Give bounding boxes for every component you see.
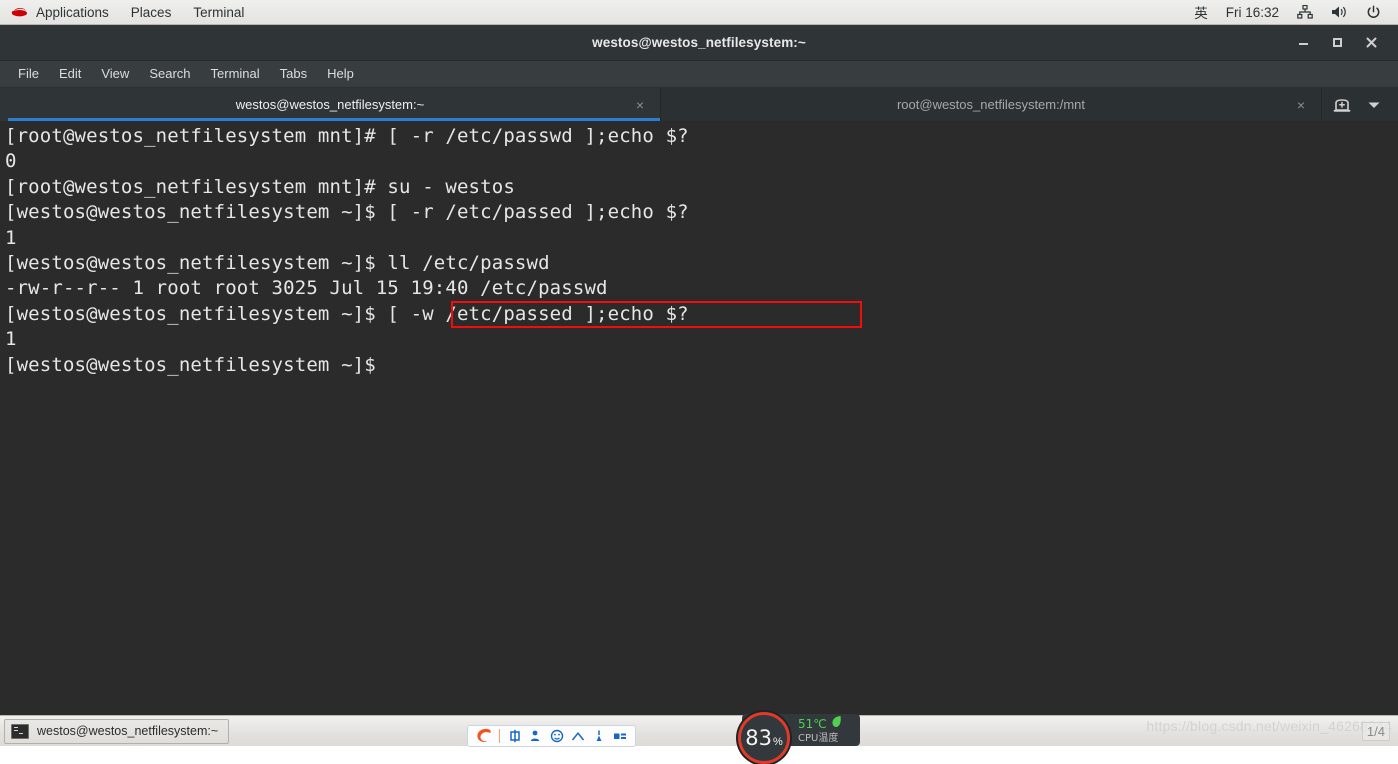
applications-menu[interactable]: Applications — [6, 1, 120, 24]
terminal-tabbar: westos@westos_netfilesystem:~ × root@wes… — [0, 88, 1398, 121]
terminal-output-area[interactable]: [root@westos_netfilesystem mnt]# [ -r /e… — [0, 121, 1398, 715]
keyboard-icon[interactable] — [609, 727, 630, 745]
tab-actions — [1322, 88, 1398, 121]
places-menu[interactable]: Places — [120, 1, 183, 24]
cpu-temperature-value: 51℃ — [798, 716, 827, 731]
applications-menu-label: Applications — [36, 4, 109, 20]
menu-edit[interactable]: Edit — [49, 63, 91, 85]
pen-icon[interactable] — [588, 727, 609, 745]
tab-close-icon[interactable]: × — [636, 98, 644, 112]
window-title: westos@westos_netfilesystem:~ — [592, 35, 806, 50]
cpu-temperature-label: CPU温度 — [798, 733, 839, 745]
chinese-mode-icon[interactable] — [504, 727, 525, 745]
terminal-menubar: File Edit View Search Terminal Tabs Help — [0, 61, 1398, 88]
taskbar-window-button[interactable]: westos@westos_netfilesystem:~ — [4, 718, 230, 744]
redhat-logo-icon — [10, 5, 29, 19]
ime-separator — [499, 729, 500, 743]
sogou-ime-toolbar[interactable] — [467, 725, 636, 747]
cpu-usage-gauge: 83 % — [738, 712, 790, 764]
tab-root-mnt[interactable]: root@westos_netfilesystem:/mnt × — [661, 88, 1322, 121]
cpu-monitor-widget[interactable]: 83 % 51℃ CPU温度 — [738, 712, 860, 764]
page-indicator: 1/4 — [1361, 722, 1390, 741]
language-indicator[interactable]: 英 — [1185, 0, 1217, 24]
menu-search[interactable]: Search — [139, 63, 200, 85]
top-panel-menus: Applications Places Terminal — [0, 1, 255, 24]
clock[interactable]: Fri 16:32 — [1217, 3, 1288, 22]
window-controls — [1286, 29, 1398, 57]
terminal-text: [root@westos_netfilesystem mnt]# [ -r /e… — [5, 125, 689, 376]
minimize-button[interactable] — [1286, 29, 1320, 57]
network-icon[interactable] — [1288, 3, 1322, 21]
cpu-temp-block: 51℃ CPU温度 — [798, 715, 842, 744]
menu-terminal[interactable]: Terminal — [201, 63, 270, 85]
leaf-icon — [831, 715, 842, 733]
cpu-usage-value: 83 — [745, 726, 772, 750]
terminal-icon — [11, 723, 29, 739]
cpu-usage-percent-sign: % — [772, 736, 783, 748]
tab-close-icon[interactable]: × — [1297, 98, 1305, 112]
menu-tabs[interactable]: Tabs — [270, 63, 317, 85]
terminal-menu[interactable]: Terminal — [182, 1, 255, 24]
sogou-logo-icon[interactable] — [473, 726, 495, 746]
tab-label: root@westos_netfilesystem:/mnt — [896, 97, 1086, 112]
new-tab-icon[interactable] — [1328, 92, 1356, 118]
gnome-top-panel: Applications Places Terminal 英 Fri 16:32 — [0, 0, 1398, 25]
close-button[interactable] — [1354, 29, 1388, 57]
window-titlebar[interactable]: westos@westos_netfilesystem:~ — [0, 25, 1398, 61]
csdn-watermark: https://blog.csdn.net/weixin_46268244 — [1146, 718, 1392, 734]
top-panel-status-area: 英 Fri 16:32 — [1185, 0, 1398, 24]
maximize-button[interactable] — [1320, 29, 1354, 57]
chevron-down-icon[interactable] — [1360, 92, 1388, 118]
power-icon[interactable] — [1357, 3, 1390, 22]
taskbar-window-label: westos@westos_netfilesystem:~ — [37, 724, 219, 738]
cloud-icon[interactable] — [567, 727, 588, 745]
person-icon[interactable] — [525, 727, 546, 745]
smiley-icon[interactable] — [546, 727, 567, 745]
volume-icon[interactable] — [1322, 3, 1357, 21]
tab-label: westos@westos_netfilesystem:~ — [235, 97, 425, 112]
tab-westos-home[interactable]: westos@westos_netfilesystem:~ × — [0, 88, 661, 121]
menu-help[interactable]: Help — [317, 63, 364, 85]
terminal-window: westos@westos_netfilesystem:~ File Edit … — [0, 25, 1398, 715]
menu-file[interactable]: File — [8, 63, 49, 85]
menu-view[interactable]: View — [91, 63, 139, 85]
